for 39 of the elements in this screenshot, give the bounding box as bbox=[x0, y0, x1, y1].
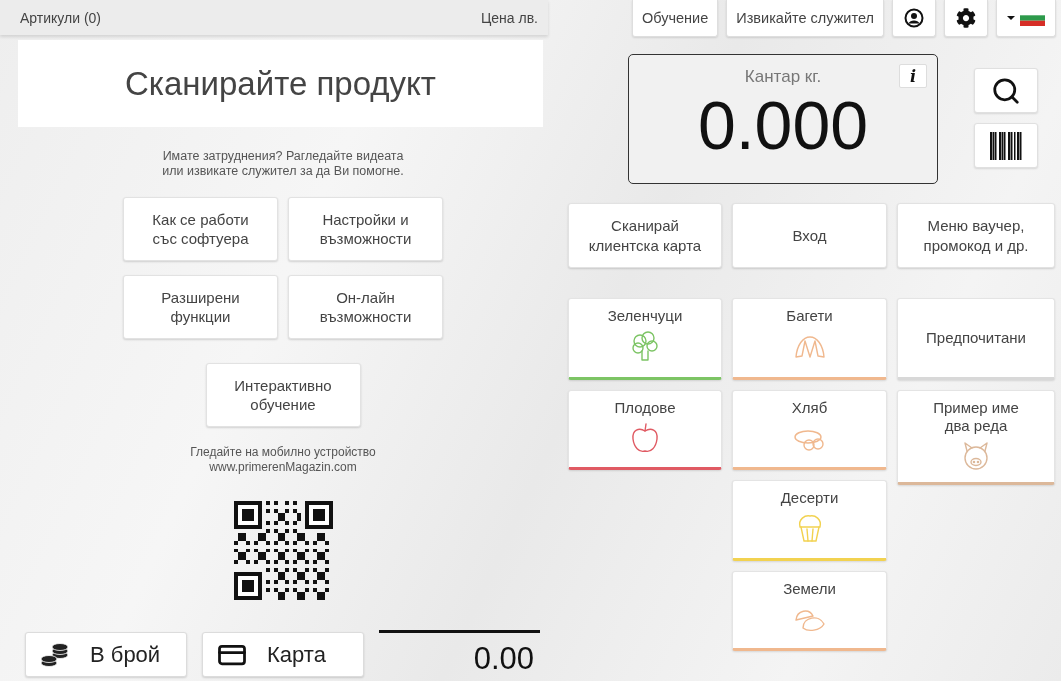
header-button[interactable]: Извикайте служител bbox=[726, 0, 884, 37]
help-button[interactable]: Настройки и възможности bbox=[288, 197, 443, 261]
language-button[interactable] bbox=[996, 0, 1056, 37]
total-amount: 0.00 bbox=[379, 630, 540, 677]
scale-label: Кантар кг. bbox=[744, 67, 822, 87]
search-icon bbox=[991, 75, 1021, 106]
category-tile[interactable]: Плодове bbox=[568, 390, 722, 470]
action-button[interactable]: Вход bbox=[732, 203, 887, 268]
barcode-button[interactable] bbox=[974, 123, 1038, 168]
price-label: Цена лв. bbox=[480, 9, 538, 26]
category-tile[interactable]: Пример име два реда bbox=[897, 390, 1055, 485]
category-tile[interactable]: Предпочитани bbox=[897, 298, 1055, 380]
mobile-text: Гледайте на мобилно устройство www.primerenMagazin.com bbox=[190, 445, 376, 475]
category-tile[interactable]: Багети bbox=[732, 298, 887, 380]
tutorial-button[interactable]: Интерактивно обучение bbox=[205, 363, 361, 427]
barcode-icon bbox=[989, 131, 1023, 160]
category-tile[interactable]: Зеленчуци bbox=[568, 298, 722, 380]
header-button[interactable]: Обучение bbox=[631, 0, 719, 37]
account-button[interactable] bbox=[892, 0, 936, 37]
category-tile[interactable]: Хляб bbox=[732, 390, 887, 470]
info-button[interactable]: i bbox=[899, 64, 927, 88]
help-button[interactable]: Он-лайн възможности bbox=[288, 275, 443, 339]
search-button[interactable] bbox=[974, 68, 1038, 113]
settings-button[interactable] bbox=[944, 0, 988, 37]
scan-prompt: Сканирайте продукт bbox=[18, 40, 543, 127]
category-tile[interactable]: Земели bbox=[732, 571, 887, 651]
action-button[interactable]: Сканирай клиентска карта bbox=[568, 203, 722, 268]
items-count: Артикули (0) bbox=[20, 9, 101, 26]
settings-icon bbox=[956, 8, 976, 28]
help-button[interactable]: Разширени функции bbox=[123, 275, 278, 339]
help-button[interactable]: Как се работи със софтуера bbox=[123, 197, 278, 261]
help-text: Имате затруднения? Рагледайте видеата или извикате служител за да Ви помогне. bbox=[162, 149, 404, 179]
card-button[interactable]: Карта bbox=[202, 632, 364, 677]
scale-value: 0.000 bbox=[697, 87, 869, 163]
cash-button[interactable]: В брой bbox=[25, 632, 187, 677]
action-button[interactable]: Меню ваучер, промокод и др. bbox=[897, 203, 1055, 268]
user-icon bbox=[904, 8, 924, 28]
coins-icon bbox=[40, 641, 70, 668]
category-tile[interactable]: Десерти bbox=[732, 480, 887, 561]
